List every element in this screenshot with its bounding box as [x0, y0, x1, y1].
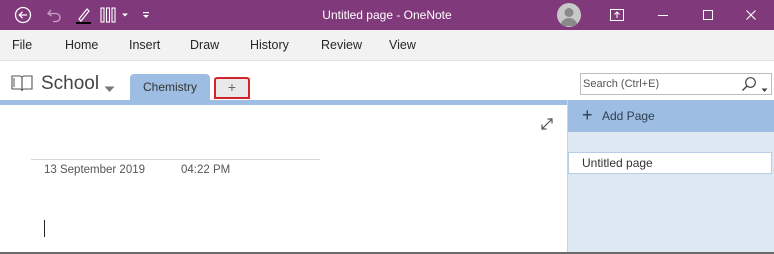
page-time: 04:22 PM — [181, 164, 231, 176]
notebook-bar: School Chemistry + — [0, 61, 774, 101]
menu-home[interactable]: Home — [65, 30, 98, 61]
section-tab-chemistry[interactable]: Chemistry — [130, 74, 210, 101]
menu-review[interactable]: Review — [321, 30, 362, 61]
minimize-icon[interactable] — [640, 0, 686, 30]
close-icon[interactable] — [728, 0, 774, 30]
full-screen-icon[interactable] — [594, 0, 640, 30]
add-section-button[interactable]: + — [214, 77, 250, 99]
search-scope-dropdown-icon[interactable] — [761, 82, 768, 96]
maximize-icon[interactable] — [685, 0, 731, 30]
menu-insert[interactable]: Insert — [129, 30, 160, 61]
window-title: Untitled page - OneNote — [322, 8, 452, 22]
account-avatar-icon[interactable] — [557, 3, 581, 27]
search-box — [580, 73, 772, 95]
menu-draw[interactable]: Draw — [190, 30, 219, 61]
menu-bar: File Home Insert Draw History Review Vie… — [0, 30, 774, 61]
back-icon[interactable] — [11, 3, 35, 27]
undo-icon[interactable] — [42, 3, 66, 27]
pen-icon[interactable] — [71, 3, 95, 27]
ruled-lines-icon[interactable] — [97, 3, 119, 27]
add-page-label: Add Page — [602, 109, 655, 123]
page-date: 13 September 2019 — [44, 164, 146, 176]
expand-icon[interactable] — [540, 117, 554, 134]
title-bar: Untitled page - OneNote — [0, 0, 774, 30]
menu-file[interactable]: File — [12, 30, 32, 61]
dropdown-icon[interactable] — [119, 3, 131, 27]
notebook-dropdown-icon[interactable] — [104, 82, 115, 96]
search-input[interactable] — [583, 75, 733, 93]
add-page-button[interactable]: + Add Page — [568, 100, 774, 132]
page-canvas[interactable]: 13 September 2019 04:22 PM — [0, 105, 567, 252]
customize-toolbar-icon[interactable] — [139, 3, 153, 27]
notebook-icon[interactable] — [10, 74, 34, 95]
page-title-field[interactable] — [31, 159, 320, 160]
search-icon[interactable] — [741, 76, 757, 95]
text-cursor — [44, 220, 45, 237]
notebook-name[interactable]: School — [41, 73, 99, 95]
page-list-item[interactable]: Untitled page — [568, 152, 772, 174]
page-list-panel: + Add Page Untitled page — [567, 100, 774, 252]
add-page-icon: + — [582, 105, 593, 125]
menu-history[interactable]: History — [250, 30, 289, 61]
menu-view[interactable]: View — [389, 30, 416, 61]
